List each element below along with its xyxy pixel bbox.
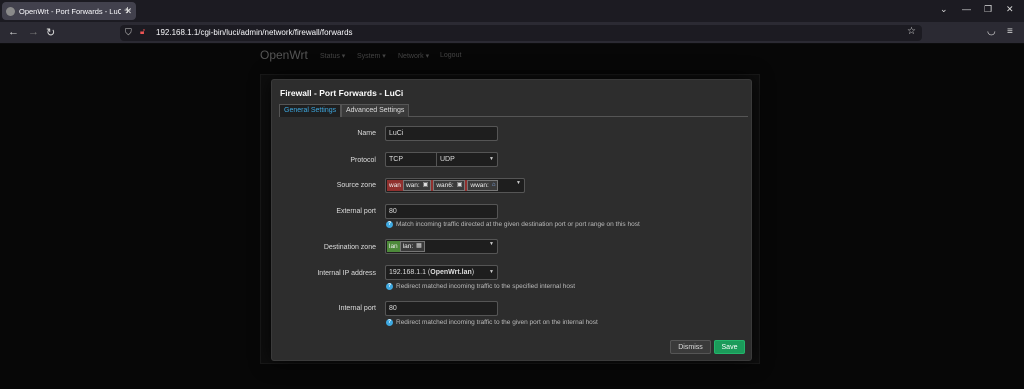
- internal-port-help: ? Redirect matched incoming traffic to th…: [386, 319, 598, 326]
- close-window-icon[interactable]: ✕: [1006, 4, 1014, 15]
- save-button[interactable]: Save: [714, 340, 745, 354]
- external-port-label: External port: [336, 208, 376, 215]
- source-zone-select[interactable]: wan wan: ▣ wan6: ▣ wwan: ⌂ ▼: [385, 178, 525, 193]
- zone-name: lan: [389, 243, 398, 250]
- back-arrow-icon[interactable]: ←: [8, 26, 19, 38]
- internal-ip-label: Internal IP address: [317, 270, 376, 277]
- port-forward-modal: Firewall - Port Forwards - LuCi General …: [271, 79, 752, 361]
- interface-wan6: wan6: ▣: [433, 180, 466, 191]
- source-zone-label: Source zone: [336, 182, 376, 189]
- internal-port-input[interactable]: 80: [385, 301, 498, 316]
- help-icon: ?: [386, 221, 393, 228]
- internal-ip-select[interactable]: 192.168.1.1 (OpenWrt.lan) ▼: [385, 265, 498, 280]
- menu-icon[interactable]: ≡: [1007, 26, 1013, 37]
- zone-badge-lan: lan lan: ▦: [387, 241, 425, 252]
- destination-zone-select[interactable]: lan lan: ▦ ▼: [385, 239, 498, 254]
- destination-zone-label: Destination zone: [323, 244, 376, 251]
- address-bar[interactable]: ⛉ 🔓︎ 192.168.1.1/cgi-bin/luci/admin/netw…: [120, 25, 922, 41]
- shield-icon[interactable]: ⛉: [125, 27, 132, 38]
- tab-general-settings[interactable]: General Settings: [279, 104, 342, 117]
- list-tabs-icon[interactable]: ⌄: [940, 4, 948, 15]
- restore-icon[interactable]: ❐: [984, 4, 992, 15]
- browser-tab-bar: OpenWrt - Port Forwards - LuCI ✕ + ⌄ — ❐…: [0, 0, 1024, 22]
- help-icon: ?: [386, 283, 393, 290]
- interface-wwan: wwan: ⌂: [467, 180, 499, 191]
- menu-system: System ▾: [357, 53, 386, 60]
- ethernet-port-icon: ▣: [422, 182, 429, 188]
- zone-name: wan: [389, 182, 401, 189]
- dismiss-button[interactable]: Dismiss: [670, 340, 711, 354]
- external-port-input[interactable]: 80: [385, 204, 498, 219]
- internal-port-label: Internal port: [338, 305, 376, 312]
- zone-badge-wan: wan wan: ▣ wan6: ▣ wwan: ⌂: [387, 180, 499, 191]
- protocol-udp: UDP: [436, 153, 455, 166]
- internal-ip-help: ? Redirect matched incoming traffic to th…: [386, 283, 576, 290]
- tab-title: OpenWrt - Port Forwards - LuCI: [19, 6, 122, 16]
- browser-tab[interactable]: OpenWrt - Port Forwards - LuCI ✕: [2, 2, 136, 20]
- new-tab-button[interactable]: +: [124, 3, 131, 17]
- tab-advanced-settings[interactable]: Advanced Settings: [341, 104, 410, 117]
- protocol-label: Protocol: [350, 157, 376, 164]
- bridge-icon: ▦: [416, 243, 422, 249]
- menu-logout: Logout: [440, 52, 462, 59]
- bookmark-star-icon[interactable]: ☆: [907, 26, 916, 37]
- wifi-icon: ⌂: [491, 182, 496, 188]
- chevron-down-icon: ▼: [489, 269, 494, 275]
- chevron-down-icon: ▼: [516, 180, 521, 186]
- interface-wan: wan: ▣: [402, 180, 432, 191]
- menu-network: Network ▾: [398, 53, 430, 60]
- protocol-select[interactable]: TCP UDP ▼: [385, 152, 498, 167]
- name-input[interactable]: LuCi: [385, 126, 498, 141]
- modal-tabs: General Settings Advanced Settings: [279, 104, 748, 117]
- pocket-icon[interactable]: ◡: [987, 26, 996, 37]
- menu-status: Status ▾: [320, 53, 346, 60]
- url-text[interactable]: 192.168.1.1/cgi-bin/luci/admin/network/f…: [156, 28, 353, 37]
- forward-arrow-icon[interactable]: →: [28, 26, 39, 38]
- chevron-down-icon: ▼: [489, 241, 494, 247]
- name-label: Name: [357, 130, 376, 137]
- reload-icon[interactable]: ↻: [46, 26, 55, 39]
- internal-ip-host: OpenWrt.lan: [430, 269, 472, 276]
- minimize-icon[interactable]: —: [962, 4, 971, 14]
- chevron-down-icon: ▼: [489, 156, 494, 162]
- external-port-help: ? Match incoming traffic directed at the …: [386, 221, 640, 228]
- brand-logo: OpenWrt: [260, 48, 308, 62]
- insecure-lock-icon[interactable]: 🔓︎: [140, 27, 145, 37]
- modal-title: Firewall - Port Forwards - LuCi: [280, 88, 404, 98]
- ethernet-port-icon: ▣: [456, 182, 463, 188]
- browser-nav-bar: ← → ↻ ⛉ 🔓︎ 192.168.1.1/cgi-bin/luci/admi…: [0, 22, 1024, 44]
- openwrt-favicon-icon: [6, 6, 15, 16]
- protocol-tcp: TCP: [389, 156, 403, 163]
- interface-lan: lan: ▦: [399, 241, 425, 252]
- help-icon: ?: [386, 319, 393, 326]
